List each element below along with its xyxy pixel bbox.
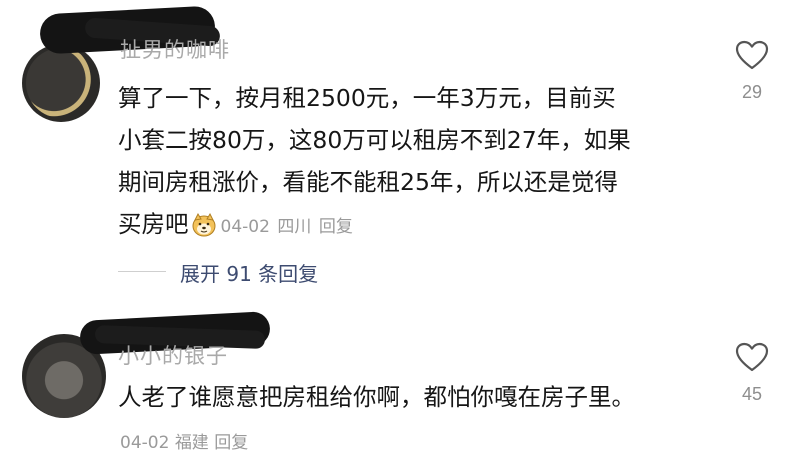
- comment-location: 四川: [277, 217, 312, 237]
- comment-item: 小小的银子 人老了谁愿意把房租给你啊，都怕你嘎在房子里。 04-02 福建 回复…: [0, 300, 800, 470]
- avatar[interactable]: [22, 44, 100, 122]
- username[interactable]: 扯男的咖啡: [120, 34, 230, 64]
- like-count: 29: [741, 82, 763, 102]
- like-button[interactable]: 45: [722, 342, 782, 405]
- comment-date: 04-02: [120, 433, 170, 453]
- comment-line: 期间房租涨价，看能不能租25年，所以还是觉得: [118, 168, 618, 196]
- reply-button[interactable]: 回复: [214, 433, 248, 453]
- comment-meta: 04-02 福建 回复: [120, 428, 248, 453]
- reply-button[interactable]: 回复: [319, 217, 353, 237]
- comment-line: 算了一下，按月租2500元，一年3万元，目前买: [118, 84, 616, 112]
- heart-icon[interactable]: [735, 342, 769, 372]
- like-count: 45: [741, 384, 763, 404]
- comment-line: 小套二按80万，这80万可以租房不到27年，如果: [118, 126, 631, 154]
- comment-line-last: 买房吧 04-02 四川 回复: [118, 203, 698, 248]
- comment-text: 人老了谁愿意把房租给你啊，都怕你嘎在房子里。: [118, 383, 635, 411]
- heart-icon[interactable]: [735, 40, 769, 70]
- expand-replies-button[interactable]: 展开 91 条回复: [180, 258, 318, 287]
- comment-text: 算了一下，按月租2500元，一年3万元，目前买 小套二按80万，这80万可以租房…: [118, 77, 698, 248]
- like-button[interactable]: 29: [722, 40, 782, 103]
- comment-line: 买房吧: [118, 210, 189, 238]
- comment-location: 福建: [174, 433, 209, 453]
- username[interactable]: 小小的银子: [118, 340, 228, 370]
- doge-emoji-icon: [191, 209, 217, 237]
- comment-date: 04-02: [220, 217, 270, 237]
- comment-item: 扯男的咖啡 算了一下，按月租2500元，一年3万元，目前买 小套二按80万，这8…: [0, 0, 800, 300]
- divider-line: [118, 271, 166, 272]
